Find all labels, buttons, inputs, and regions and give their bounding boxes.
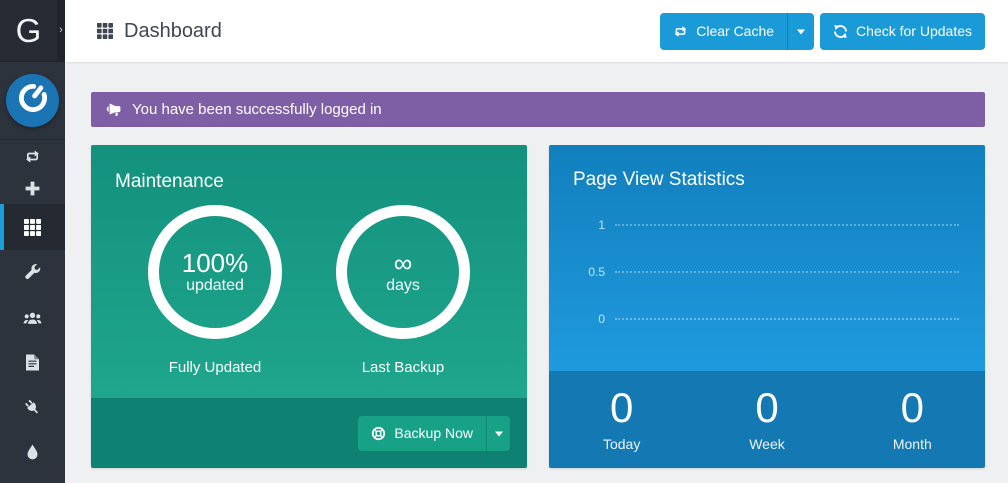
page-views-chart: 1 0.5 0 bbox=[573, 201, 961, 342]
y-axis-tick: 1 bbox=[573, 218, 605, 232]
stats-card-body: Page View Statistics 1 0.5 0 bbox=[549, 145, 985, 371]
content-area: You have been successfully logged in Mai… bbox=[65, 62, 1008, 483]
sidebar-item-users[interactable] bbox=[0, 295, 65, 340]
backup-label: Last Backup bbox=[362, 359, 445, 376]
backup-unit: days bbox=[386, 277, 420, 295]
sidebar-item-themes[interactable] bbox=[0, 430, 65, 475]
maintenance-title: Maintenance bbox=[115, 171, 503, 193]
retweet-icon bbox=[673, 24, 688, 39]
caret-down-icon bbox=[495, 431, 503, 440]
login-success-alert: You have been successfully logged in bbox=[91, 92, 985, 127]
grid-icon bbox=[97, 23, 113, 39]
y-axis-tick: 0.5 bbox=[573, 265, 605, 279]
backup-group: Backup Now bbox=[358, 416, 510, 451]
updated-unit: updated bbox=[186, 277, 244, 295]
sidebar-item-sync[interactable] bbox=[0, 140, 65, 172]
power-icon bbox=[16, 81, 50, 120]
clear-cache-dropdown-button[interactable] bbox=[787, 13, 814, 50]
logo-letter: G bbox=[16, 12, 42, 50]
top-bar: Dashboard Clear Cache bbox=[65, 0, 1008, 62]
maintenance-circles: 100% updated Fully Updated ∞ days bbox=[115, 205, 503, 376]
chevron-right-icon: › bbox=[59, 25, 63, 36]
bullhorn-icon bbox=[105, 103, 122, 117]
maintenance-card: Maintenance 100% updated Fully Updated bbox=[91, 145, 527, 468]
maintenance-card-footer: Backup Now bbox=[91, 398, 527, 468]
refresh-icon bbox=[833, 24, 848, 39]
users-icon bbox=[23, 310, 42, 326]
y-axis-tick: 0 bbox=[573, 312, 605, 326]
clear-cache-button[interactable]: Clear Cache bbox=[660, 13, 787, 50]
sidebar-item-tools[interactable] bbox=[0, 250, 65, 295]
updated-label: Fully Updated bbox=[169, 359, 262, 376]
today-label: Today bbox=[603, 436, 640, 452]
sidebar-item-plugins[interactable] bbox=[0, 385, 65, 430]
sidebar-item-content[interactable] bbox=[0, 340, 65, 385]
sidebar-expand-toggle[interactable]: › bbox=[57, 0, 65, 61]
backup-now-label: Backup Now bbox=[394, 425, 473, 441]
header-actions: Clear Cache Check for Updates bbox=[660, 13, 985, 50]
check-updates-button[interactable]: Check for Updates bbox=[820, 13, 985, 50]
clear-cache-group: Clear Cache bbox=[660, 13, 814, 50]
backup-dropdown-button[interactable] bbox=[486, 416, 510, 451]
updated-ring: 100% updated bbox=[148, 205, 282, 339]
stats-card-footer: 0 Today 0 Week 0 Month bbox=[549, 371, 985, 468]
plug-icon bbox=[24, 399, 41, 416]
grid-icon bbox=[28, 219, 41, 236]
page-title: Dashboard bbox=[97, 20, 222, 43]
sidebar: G › bbox=[0, 0, 65, 483]
backup-value: ∞ bbox=[394, 249, 413, 278]
stats-title: Page View Statistics bbox=[573, 169, 961, 191]
clear-cache-label: Clear Cache bbox=[696, 23, 774, 39]
backup-stat: ∞ days Last Backup bbox=[336, 205, 470, 376]
logo-row: G › bbox=[0, 0, 65, 62]
chart-gridline-row: 0 bbox=[573, 295, 961, 342]
sidebar-item-add[interactable] bbox=[0, 172, 65, 204]
month-label: Month bbox=[893, 436, 932, 452]
main-area: Dashboard Clear Cache bbox=[65, 0, 1008, 483]
wrench-icon bbox=[24, 264, 41, 281]
droplet-icon bbox=[24, 444, 41, 461]
week-label: Week bbox=[749, 436, 785, 452]
week-counter: 0 Week bbox=[694, 387, 839, 452]
page-title-text: Dashboard bbox=[124, 20, 222, 43]
sidebar-nav bbox=[0, 140, 65, 475]
plus-icon bbox=[24, 180, 41, 197]
updated-value: 100% bbox=[182, 249, 249, 278]
updated-stat: 100% updated Fully Updated bbox=[148, 205, 282, 376]
today-counter: 0 Today bbox=[549, 387, 694, 452]
chart-gridline-row: 0.5 bbox=[573, 248, 961, 295]
document-icon bbox=[24, 354, 41, 371]
alert-message: You have been successfully logged in bbox=[132, 101, 382, 118]
page-view-statistics-card: Page View Statistics 1 0.5 0 bbox=[549, 145, 985, 468]
life-ring-icon bbox=[371, 426, 386, 441]
brand-logo[interactable] bbox=[6, 74, 59, 127]
dashboard-cards: Maintenance 100% updated Fully Updated bbox=[91, 145, 985, 468]
caret-down-icon bbox=[797, 29, 805, 38]
month-counter: 0 Month bbox=[840, 387, 985, 452]
brand-block bbox=[0, 62, 65, 140]
gridline bbox=[615, 271, 959, 273]
chart-gridline-row: 1 bbox=[573, 201, 961, 248]
check-updates-label: Check for Updates bbox=[856, 23, 972, 39]
backup-now-button[interactable]: Backup Now bbox=[358, 416, 486, 451]
today-value: 0 bbox=[610, 387, 633, 429]
sync-icon bbox=[24, 148, 41, 165]
gridline bbox=[615, 224, 959, 226]
maintenance-card-body: Maintenance 100% updated Fully Updated bbox=[91, 145, 527, 398]
app-logo[interactable]: G bbox=[0, 0, 57, 61]
backup-ring: ∞ days bbox=[336, 205, 470, 339]
sidebar-item-dashboard[interactable] bbox=[0, 204, 65, 250]
week-value: 0 bbox=[755, 387, 778, 429]
month-value: 0 bbox=[901, 387, 924, 429]
app-window: G › bbox=[0, 0, 1008, 483]
gridline bbox=[615, 318, 959, 320]
